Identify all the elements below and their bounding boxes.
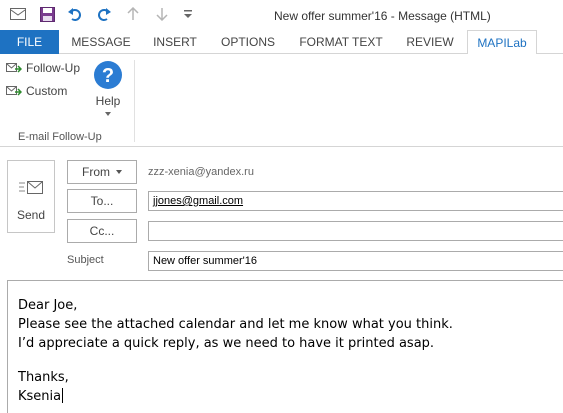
ribbon-group-separator: [134, 60, 135, 142]
tab-message[interactable]: MESSAGE: [66, 30, 136, 54]
help-label: Help: [95, 94, 121, 108]
send-button[interactable]: Send: [7, 160, 55, 233]
from-label: From: [82, 165, 110, 179]
follow-up-button[interactable]: Follow-Up: [6, 61, 80, 75]
custom-label: Custom: [26, 84, 68, 98]
help-button[interactable]: ? Help: [92, 60, 124, 126]
text-cursor: [62, 388, 64, 403]
tab-file[interactable]: FILE: [0, 30, 59, 54]
to-field[interactable]: jjones@gmail.com: [148, 191, 563, 211]
svg-text:?: ?: [102, 65, 114, 87]
body-line-last: Ksenia: [18, 388, 64, 404]
body-line: Please see the attached calendar and let…: [18, 317, 453, 332]
undo-icon[interactable]: [65, 4, 85, 24]
ribbon-panel: Follow-Up Custom ? Help E-mail Follow-Up: [0, 54, 563, 147]
to-recipient[interactable]: jjones@gmail.com: [153, 195, 243, 207]
body-line-text: Ksenia: [18, 389, 62, 404]
follow-up-label: Follow-Up: [26, 61, 81, 75]
cc-button[interactable]: Cc...: [67, 219, 137, 243]
from-address: zzz-xenia@yandex.ru: [148, 166, 254, 178]
body-line: I’d appreciate a quick reply, as we need…: [18, 336, 435, 351]
send-label: Send: [16, 208, 46, 222]
save-icon[interactable]: [37, 4, 57, 24]
chevron-down-icon: [116, 170, 122, 174]
tab-review[interactable]: REVIEW: [399, 30, 461, 54]
customize-icon[interactable]: [178, 4, 198, 24]
down-arrow-icon[interactable]: [152, 4, 172, 24]
message-body[interactable]: Dear Joe, Please see the attached calend…: [7, 280, 563, 413]
help-icon: ?: [93, 60, 123, 90]
help-dropdown-icon: [105, 112, 111, 116]
send-icon: [19, 179, 43, 200]
tab-format-text[interactable]: FORMAT TEXT: [292, 30, 390, 54]
custom-icon: [6, 84, 22, 98]
to-button[interactable]: To...: [67, 189, 137, 213]
redo-icon[interactable]: [94, 4, 114, 24]
body-line: Dear Joe,: [18, 298, 78, 313]
subject-label: Subject: [67, 254, 104, 266]
title-bar: New offer summer'16 - Message (HTML): [0, 0, 563, 30]
subject-field[interactable]: New offer summer'16: [148, 251, 563, 271]
from-button[interactable]: From: [67, 160, 137, 184]
cc-label: Cc...: [89, 224, 115, 238]
follow-up-icon: [6, 61, 22, 75]
tab-mapilab[interactable]: MAPILab: [467, 30, 537, 55]
window-title: New offer summer'16 - Message (HTML): [274, 9, 491, 23]
ribbon-group-label: E-mail Follow-Up: [18, 131, 102, 143]
ribbon-tabs: FILE MESSAGE INSERT OPTIONS FORMAT TEXT …: [0, 30, 563, 55]
tab-insert[interactable]: INSERT: [144, 30, 206, 54]
to-label: To...: [90, 194, 114, 208]
cc-field[interactable]: [148, 221, 563, 241]
tab-options[interactable]: OPTIONS: [213, 30, 283, 54]
custom-button[interactable]: Custom: [6, 84, 67, 98]
body-line: Thanks,: [18, 370, 69, 385]
up-arrow-icon[interactable]: [123, 4, 143, 24]
envelope-icon[interactable]: [8, 4, 28, 24]
